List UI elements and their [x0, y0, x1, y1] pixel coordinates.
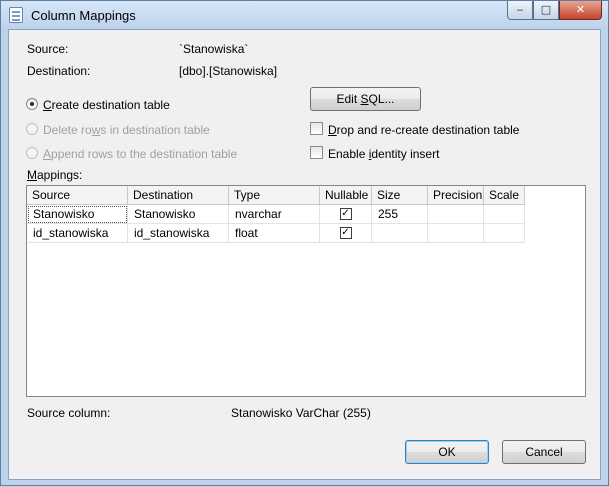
cell-scale[interactable] — [484, 224, 525, 243]
dialog-body: Source: `Stanowiska` Destination: [dbo].… — [8, 29, 601, 480]
identity-insert-checkbox[interactable] — [310, 146, 323, 159]
identity-insert-label[interactable]: Enable identity insert — [328, 147, 439, 161]
column-header-size[interactable]: Size — [372, 186, 428, 205]
dialog-window: Column Mappings ‒ □ ✕ Source: `Stanowisk… — [0, 0, 609, 486]
window-title: Column Mappings — [31, 8, 136, 23]
cancel-button[interactable]: Cancel — [502, 440, 586, 464]
radio-append-indicator[interactable] — [26, 147, 38, 159]
radio-create-label[interactable]: Create destination table — [43, 98, 170, 112]
cell-source[interactable]: Stanowisko — [27, 205, 128, 224]
radio-append-label[interactable]: Append rows to the destination table — [43, 147, 237, 161]
cell-size[interactable]: 255 — [372, 205, 428, 224]
cell-source[interactable]: id_stanowiska — [27, 224, 128, 243]
column-header-precision[interactable]: Precision — [428, 186, 484, 205]
minimize-icon[interactable]: ‒ — [507, 1, 533, 20]
column-header-scale[interactable]: Scale — [484, 186, 525, 205]
nullable-checkbox[interactable]: ✓ — [339, 227, 352, 239]
grid-header-row: Source Destination Type Nullable Size Pr… — [27, 186, 525, 205]
table-row[interactable]: id_stanowiska id_stanowiska float ✓ — [27, 224, 525, 243]
column-header-type[interactable]: Type — [229, 186, 320, 205]
cell-precision[interactable] — [428, 224, 484, 243]
maximize-icon[interactable]: □ — [533, 1, 559, 20]
column-header-source[interactable]: Source — [27, 186, 128, 205]
cell-destination[interactable]: id_stanowiska — [128, 224, 229, 243]
drop-recreate-checkbox[interactable] — [310, 122, 323, 135]
cell-type[interactable]: nvarchar — [229, 205, 320, 224]
destination-label: Destination: — [27, 64, 91, 78]
caption-buttons: ‒ □ ✕ — [507, 1, 602, 21]
cell-nullable[interactable]: ✓ — [320, 224, 372, 243]
drop-recreate-label[interactable]: Drop and re-create destination table — [328, 123, 519, 137]
column-header-nullable[interactable]: Nullable — [320, 186, 372, 205]
app-icon — [9, 7, 23, 23]
cell-nullable[interactable]: ✓ — [320, 205, 372, 224]
radio-delete-indicator[interactable] — [26, 123, 38, 135]
mappings-grid[interactable]: Source Destination Type Nullable Size Pr… — [26, 185, 586, 397]
radio-create-indicator[interactable] — [26, 98, 38, 110]
mappings-label: Mappings: — [27, 168, 83, 182]
cell-destination[interactable]: Stanowisko — [128, 205, 229, 224]
edit-sql-button[interactable]: Edit SQL... — [310, 87, 421, 111]
destination-value: [dbo].[Stanowiska] — [179, 64, 278, 78]
cell-size[interactable] — [372, 224, 428, 243]
source-label: Source: — [27, 42, 69, 56]
ok-button[interactable]: OK — [405, 440, 489, 464]
radio-delete-label[interactable]: Delete rows in destination table — [43, 123, 210, 137]
column-header-destination[interactable]: Destination — [128, 186, 229, 205]
table-row[interactable]: Stanowisko Stanowisko nvarchar ✓ 255 — [27, 205, 525, 224]
cell-type[interactable]: float — [229, 224, 320, 243]
cell-scale[interactable] — [484, 205, 525, 224]
close-icon[interactable]: ✕ — [559, 1, 602, 20]
source-column-label: Source column: — [27, 406, 111, 420]
nullable-checkbox[interactable]: ✓ — [339, 208, 352, 220]
cell-precision[interactable] — [428, 205, 484, 224]
source-value: `Stanowiska` — [179, 42, 249, 56]
source-column-value: Stanowisko VarChar (255) — [231, 406, 371, 420]
title-bar[interactable]: Column Mappings ‒ □ ✕ — [1, 1, 608, 29]
